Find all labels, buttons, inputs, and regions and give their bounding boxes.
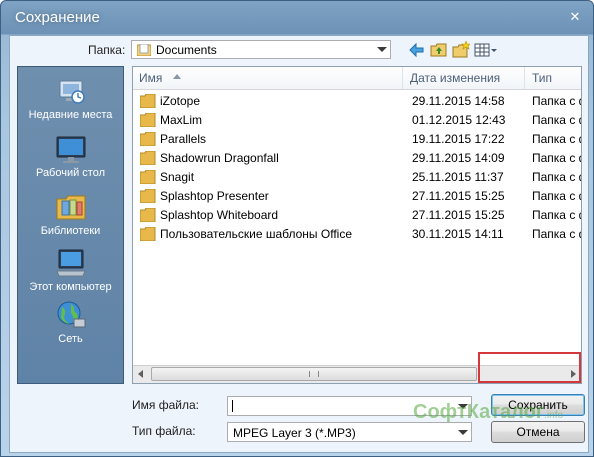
file-type: Папка с ф xyxy=(532,189,581,203)
back-arrow-icon[interactable] xyxy=(408,41,426,59)
file-name: Splashtop Presenter xyxy=(160,189,269,203)
folder-icon xyxy=(140,132,156,146)
watermark-domain: .info xyxy=(544,410,564,421)
column-name[interactable]: Имя xyxy=(133,67,403,89)
file-date: 27.11.2015 15:25 xyxy=(412,189,505,203)
file-type: Папка с ф xyxy=(532,170,581,184)
folder-icon xyxy=(140,113,156,127)
place-libraries-label: Библиотеки xyxy=(40,225,101,237)
file-name: iZotope xyxy=(160,94,201,108)
file-type: Папка с ф xyxy=(532,132,581,146)
place-recent[interactable]: Недавние места xyxy=(18,75,123,121)
place-network[interactable]: Сеть xyxy=(18,299,123,345)
column-header-row: Имя Дата изменения Тип xyxy=(133,67,581,90)
filetype-select[interactable]: MPEG Layer 3 (*.MP3) xyxy=(227,422,472,442)
libraries-icon xyxy=(56,195,85,220)
window-title: Сохранение xyxy=(15,9,100,26)
file-row[interactable]: Shadowrun Dragonfall 29.11.2015 14:09 Па… xyxy=(133,149,581,168)
file-date: 19.11.2015 17:22 xyxy=(412,132,505,146)
file-row[interactable]: Пользовательские шаблоны Office 30.11.20… xyxy=(133,225,581,244)
documents-folder-icon xyxy=(137,44,151,56)
folder-icon xyxy=(140,227,156,241)
file-date: 30.11.2015 14:11 xyxy=(412,227,504,241)
filetype-label: Тип файла: xyxy=(132,424,196,438)
new-folder-icon[interactable] xyxy=(452,41,470,59)
recent-places-icon xyxy=(59,80,85,104)
file-row[interactable]: iZotope 29.11.2015 14:58 Папка с ф xyxy=(133,92,581,111)
place-libraries[interactable]: Библиотеки xyxy=(18,191,123,237)
text-caret xyxy=(232,400,233,412)
filetype-value: MPEG Layer 3 (*.MP3) xyxy=(233,426,356,440)
column-type[interactable]: Тип xyxy=(526,67,581,89)
file-name: Shadowrun Dragonfall xyxy=(160,151,279,165)
column-name-label: Имя xyxy=(139,71,163,85)
folder-icon xyxy=(140,208,156,222)
folder-select-value: Documents xyxy=(156,43,217,57)
cancel-button[interactable]: Отмена xyxy=(491,421,585,443)
dialog-body: Папка: Documents Недавние места Рабочий … xyxy=(9,35,589,453)
desktop-icon xyxy=(56,136,85,163)
computer-icon xyxy=(55,249,86,277)
file-type: Папка с ф xyxy=(532,94,581,108)
folder-icon xyxy=(140,189,156,203)
file-date: 29.11.2015 14:09 xyxy=(412,151,505,165)
file-name: Splashtop Whiteboard xyxy=(160,208,279,222)
file-list[interactable]: Имя Дата изменения Тип iZotope 29.11.201… xyxy=(132,66,582,384)
watermark-text: СофтКаталог xyxy=(413,401,545,423)
title-bar[interactable]: Сохранение ✕ xyxy=(1,1,594,35)
file-type: Папка с ф xyxy=(532,113,581,127)
file-name: MaxLim xyxy=(160,113,203,127)
folder-icon xyxy=(140,94,156,108)
folder-label: Папка: xyxy=(88,43,126,57)
file-row[interactable]: Splashtop Whiteboard 27.11.2015 15:25 Па… xyxy=(133,206,581,225)
file-row[interactable]: Parallels 19.11.2015 17:22 Папка с ф xyxy=(133,130,581,149)
place-desktop[interactable]: Рабочий стол xyxy=(18,133,123,179)
place-network-label: Сеть xyxy=(58,333,83,345)
chevron-down-icon[interactable] xyxy=(454,424,471,441)
toolbar xyxy=(408,41,528,59)
place-desktop-label: Рабочий стол xyxy=(35,167,106,179)
file-date: 01.12.2015 12:43 xyxy=(412,113,506,127)
place-recent-label: Недавние места xyxy=(28,109,113,121)
scrollbar-grip-icon xyxy=(309,371,319,377)
folder-icon xyxy=(140,151,156,165)
column-type-label: Тип xyxy=(532,71,553,85)
file-row[interactable]: MaxLim 01.12.2015 12:43 Папка с ф xyxy=(133,111,581,130)
folder-icon xyxy=(140,170,156,184)
file-type: Папка с ф xyxy=(532,227,581,241)
up-folder-icon[interactable] xyxy=(430,41,448,59)
file-name: Snagit xyxy=(160,170,195,184)
watermark: СофтКаталог.info xyxy=(413,401,563,424)
file-row[interactable]: Snagit 25.11.2015 11:37 Папка с ф xyxy=(133,168,581,187)
file-name: Parallels xyxy=(160,132,207,146)
file-date: 27.11.2015 15:25 xyxy=(412,208,505,222)
folder-select[interactable]: Documents xyxy=(131,40,391,59)
save-dialog: Сохранение ✕ Папка: Documents Недавние м… xyxy=(0,0,594,457)
sort-ascending-icon xyxy=(173,74,181,79)
place-computer[interactable]: Этот компьютер xyxy=(18,247,123,293)
close-icon[interactable]: ✕ xyxy=(567,10,583,26)
places-bar: Недавние места Рабочий стол Библиотеки Э… xyxy=(17,66,124,384)
chevron-down-icon[interactable] xyxy=(373,41,390,58)
place-computer-label: Этот компьютер xyxy=(29,281,112,293)
file-row[interactable]: Splashtop Presenter 27.11.2015 15:25 Пап… xyxy=(133,187,581,206)
column-date-label: Дата изменения xyxy=(410,71,501,85)
view-menu-icon[interactable] xyxy=(474,41,498,59)
network-icon xyxy=(57,301,85,328)
filename-label: Имя файла: xyxy=(132,398,199,412)
file-date: 25.11.2015 11:37 xyxy=(412,170,504,184)
scrollbar-thumb[interactable] xyxy=(151,367,477,381)
file-type: Папка с ф xyxy=(532,151,581,165)
scroll-left-icon[interactable] xyxy=(133,366,150,383)
file-date: 29.11.2015 14:58 xyxy=(412,94,505,108)
file-type: Папка с ф xyxy=(532,208,581,222)
column-date[interactable]: Дата изменения xyxy=(404,67,525,89)
file-name: Пользовательские шаблоны Office xyxy=(160,227,352,241)
save-highlight-frame xyxy=(478,352,581,383)
